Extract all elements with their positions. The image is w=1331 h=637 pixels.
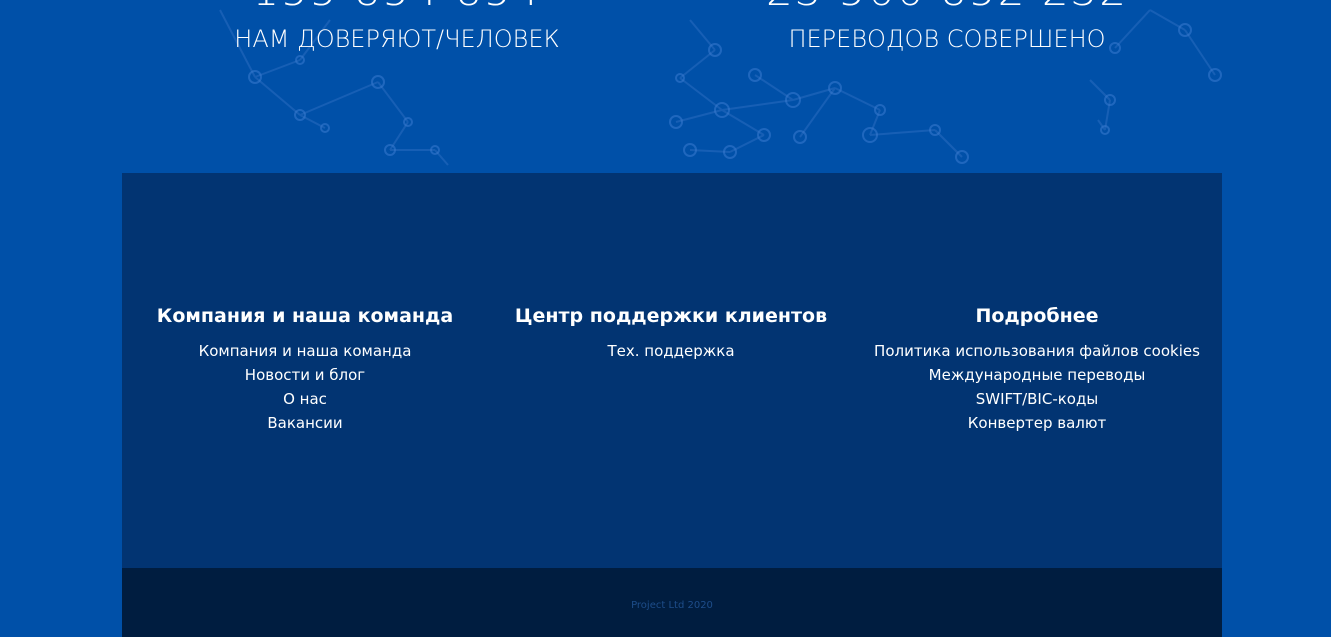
footer-column-title: Подробнее bbox=[975, 305, 1099, 327]
footer-link-tech-support[interactable]: Тех. поддержка bbox=[488, 339, 854, 363]
footer-column-support: Центр поддержки клиентов Тех. поддержка bbox=[488, 301, 854, 363]
footer-column-title: Компания и наша команда bbox=[156, 305, 454, 327]
footer-link-company-team[interactable]: Компания и наша команда bbox=[122, 339, 488, 363]
stat-number: 155 854 854 bbox=[122, 0, 672, 12]
footer: Компания и наша команда Компания и наша … bbox=[122, 173, 1222, 568]
footer-link-international-transfers[interactable]: Международные переводы bbox=[854, 363, 1220, 387]
footer-link-swift-bic[interactable]: SWIFT/BIC-коды bbox=[854, 387, 1220, 411]
footer-link-list: Тех. поддержка bbox=[488, 339, 854, 363]
footer-link-list: Политика использования файлов cookies Ме… bbox=[854, 339, 1220, 435]
stat-label: НАМ ДОВЕРЯЮТ/ЧЕЛОВЕК bbox=[234, 25, 560, 53]
stat-number: 23 566 852 232 bbox=[672, 0, 1222, 12]
footer-link-currency-converter[interactable]: Конвертер валют bbox=[854, 411, 1220, 435]
footer-column-company: Компания и наша команда Компания и наша … bbox=[122, 301, 488, 435]
footer-column-title: Центр поддержки клиентов bbox=[514, 305, 828, 327]
footer-link-list: Компания и наша команда Новости и блог О… bbox=[122, 339, 488, 435]
footer-link-news-blog[interactable]: Новости и блог bbox=[122, 363, 488, 387]
stat-label: ПЕРЕВОДОВ СОВЕРШЕНО bbox=[788, 25, 1106, 53]
footer-link-about[interactable]: О нас bbox=[122, 387, 488, 411]
footer-link-vacancies[interactable]: Вакансии bbox=[122, 411, 488, 435]
page: 155 854 854 НАМ ДОВЕРЯЮТ/ЧЕЛОВЕК 23 566 … bbox=[0, 0, 1331, 637]
footer-column-more: Подробнее Политика использования файлов … bbox=[854, 301, 1220, 435]
footer-link-cookies-policy[interactable]: Политика использования файлов cookies bbox=[854, 339, 1220, 363]
copyright-text: Project Ltd 2020 bbox=[631, 600, 713, 611]
bottom-bar: Project Ltd 2020 bbox=[122, 568, 1222, 637]
